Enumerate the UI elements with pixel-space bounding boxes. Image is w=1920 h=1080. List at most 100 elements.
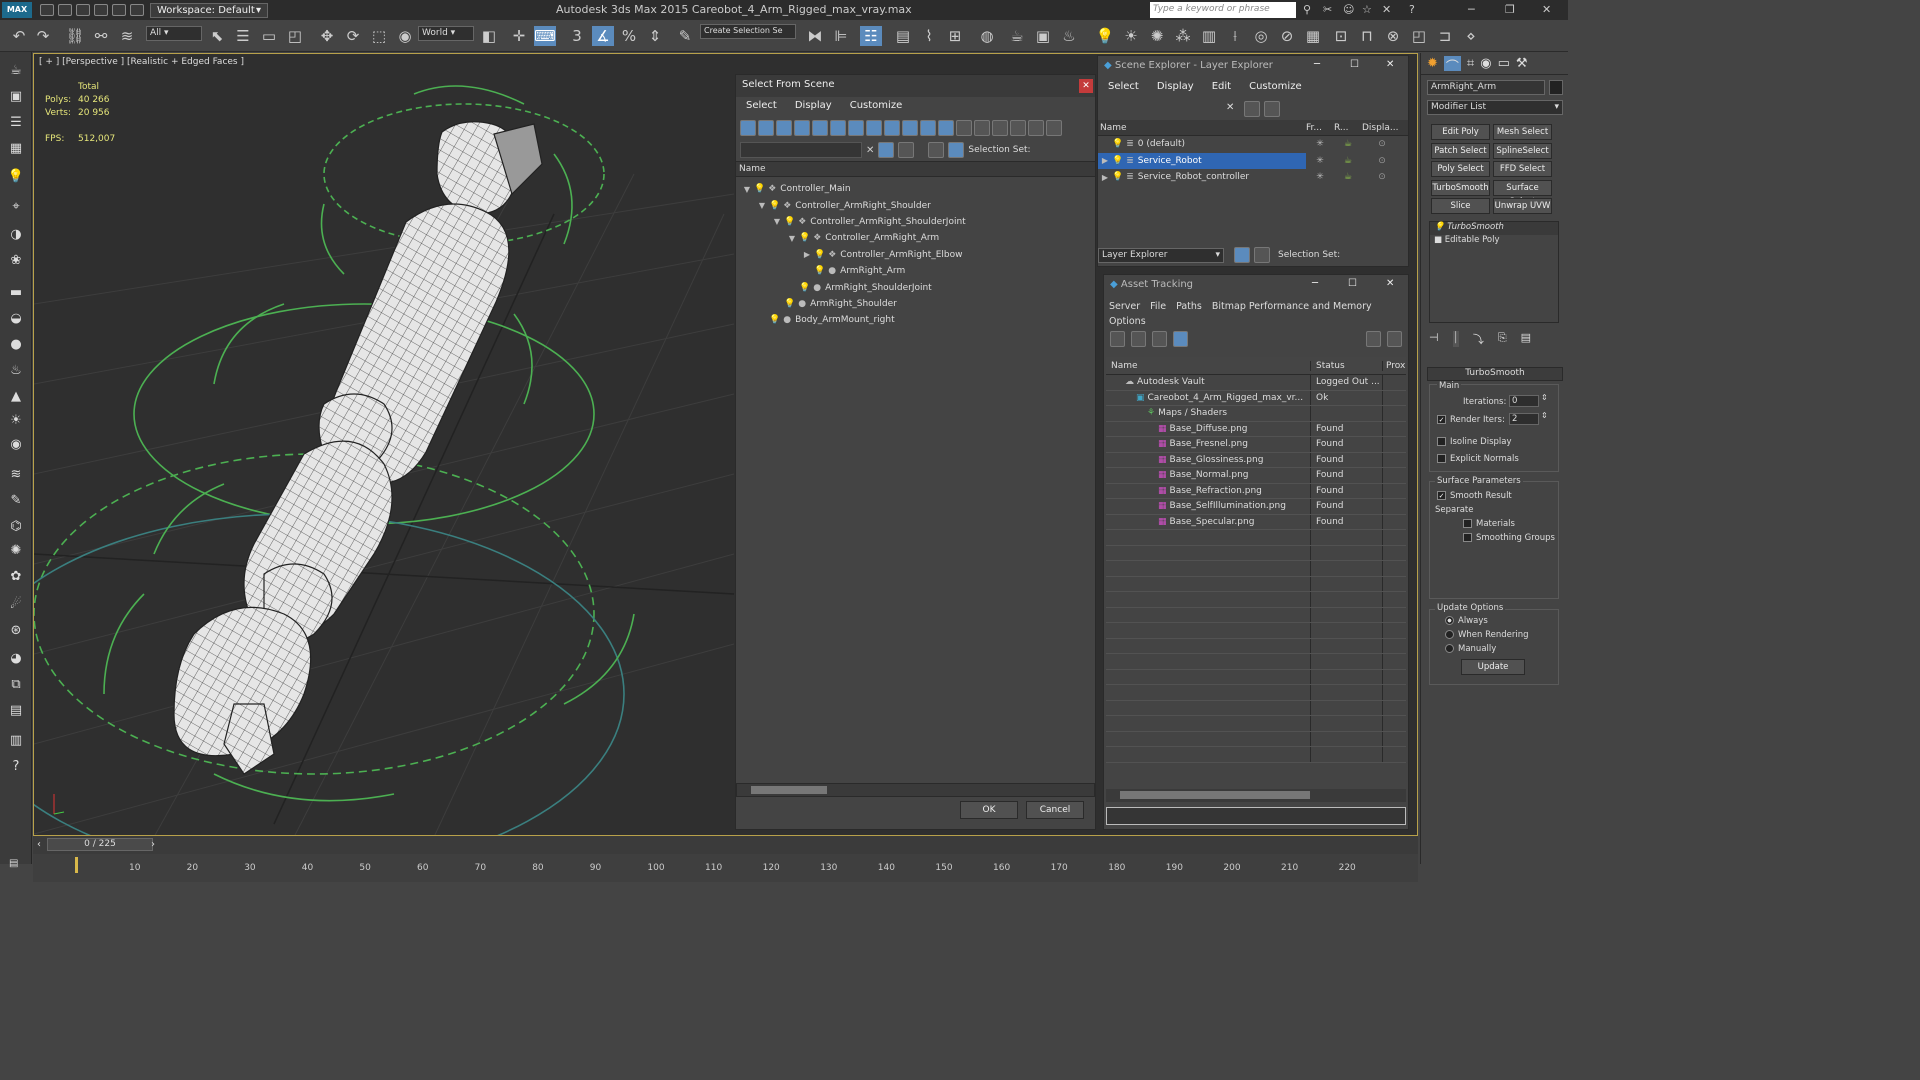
visibility-bulb-icon[interactable]: 💡 (1112, 139, 1123, 149)
percent-snap-icon[interactable]: % (618, 26, 640, 46)
mirror-icon[interactable]: ⧓ (804, 26, 826, 46)
scene-tree-item[interactable]: 💡 ● ArmRight_Arm (736, 263, 1097, 279)
curve-editor-icon[interactable]: ⌇ (918, 26, 940, 46)
pin-stack-icon[interactable]: ⊣ (1429, 331, 1439, 347)
at-menu-bitmap[interactable]: Bitmap Performance and Memory (1212, 301, 1372, 312)
modifier-button-splineselect[interactable]: SplineSelect (1493, 142, 1552, 159)
display-none-icon[interactable] (974, 120, 990, 136)
se-menu-display[interactable]: Display (1157, 81, 1194, 95)
undo-small-icon[interactable] (94, 4, 108, 16)
update-button[interactable]: Update (1461, 659, 1525, 675)
vray-mesh-light-icon[interactable]: ⊗ (1382, 26, 1404, 46)
binoculars-icon[interactable]: ⚲ (1303, 3, 1311, 16)
isoline-checkbox[interactable] (1437, 437, 1446, 446)
at-menu-options[interactable]: Options (1104, 316, 1408, 327)
undo-icon[interactable]: ↶ (8, 26, 30, 46)
vray-toolbar-more-icon[interactable]: ⋄ (1460, 26, 1482, 46)
render-frame-icon[interactable]: ▣ (6, 88, 26, 106)
filter-hidden-icon[interactable] (938, 120, 954, 136)
se-clear-icon[interactable]: ✕ (1226, 102, 1234, 113)
select-object-icon[interactable]: ⬉ (206, 26, 228, 46)
renderable-teapot-icon[interactable]: ☕ (1334, 156, 1362, 166)
make-unique-icon[interactable]: ⤵ (1473, 331, 1484, 347)
sfs-menu-customize[interactable]: Customize (850, 100, 903, 114)
modifier-button-mesh-select[interactable]: Mesh Select (1493, 124, 1552, 140)
se-col-display[interactable]: Displa... (1362, 123, 1402, 133)
sfs-scrollbar[interactable] (736, 783, 1095, 797)
prev-frame-icon[interactable]: ‹ (37, 839, 41, 850)
display-mode-icon[interactable]: ⊙ (1362, 156, 1402, 166)
sfs-scroll-thumb[interactable] (751, 786, 827, 794)
app-logo[interactable]: MAX (2, 2, 32, 18)
explicit-normals-checkbox[interactable] (1437, 454, 1446, 463)
render-iters-spinner[interactable]: 2 (1509, 413, 1539, 425)
user-icon[interactable]: ☺ (1343, 3, 1354, 16)
layers-icon[interactable] (928, 142, 945, 158)
filter-bones-icon[interactable] (884, 120, 900, 136)
render-region-icon[interactable]: ⧉ (6, 676, 26, 694)
hierarchy-icon[interactable] (1028, 120, 1044, 136)
close-dialog-icon[interactable]: ✕ (1079, 79, 1093, 93)
configure-sets-icon[interactable]: ▤ (1521, 331, 1531, 347)
layer-mode-icon[interactable] (1234, 247, 1250, 263)
render-iters-spinner-arrows-icon[interactable]: ⇕ (1541, 411, 1548, 420)
plant-icon[interactable]: ✿ (6, 568, 26, 586)
manually-radio[interactable] (1445, 644, 1454, 653)
hierarchy-mode-icon[interactable] (1254, 247, 1270, 263)
at-maximize-icon[interactable]: ☐ (1348, 278, 1357, 289)
filter-containers-icon[interactable] (902, 120, 918, 136)
at-minimize-icon[interactable]: ─ (1312, 278, 1318, 289)
filter-frozen-icon[interactable] (920, 120, 936, 136)
ok-button[interactable]: OK (960, 801, 1018, 819)
scale-icon[interactable]: ⬚ (368, 26, 390, 46)
vray-camera-icon[interactable]: ⊐ (1434, 26, 1456, 46)
materials-checkbox[interactable] (1463, 519, 1472, 528)
se-close-icon[interactable]: ✕ (1386, 59, 1394, 70)
display-mode-icon[interactable]: ⊙ (1362, 172, 1402, 182)
new-file-icon[interactable] (40, 4, 54, 16)
dome-icon[interactable]: ◒ (6, 310, 26, 328)
create-tab-icon[interactable]: ✹ (1427, 56, 1438, 71)
scene-tree-item[interactable]: 💡 ● ArmRight_Shoulder (736, 296, 1097, 312)
filter-funnel-icon[interactable] (1010, 120, 1026, 136)
expand-arrow-right-icon[interactable]: ▶ (1098, 173, 1112, 182)
bulb-icon[interactable]: 💡 (6, 168, 26, 186)
bind-space-warp-icon[interactable]: ≋ (116, 26, 138, 46)
list-view-icon[interactable] (1131, 331, 1146, 347)
scene-tree-item[interactable]: ▶ 💡 ❖ Controller_ArmRight_Elbow (736, 247, 1097, 263)
workspace-dropdown[interactable]: Workspace: Default ▾ (150, 2, 268, 18)
render-iters-checkbox[interactable]: ✓ (1437, 415, 1446, 424)
at-col-status[interactable]: Status (1311, 360, 1383, 371)
create-teapot-icon[interactable]: ☕ (6, 62, 26, 80)
tools-icon[interactable]: ✂ (1323, 3, 1332, 16)
modifier-button-slice[interactable]: Slice (1431, 198, 1490, 215)
asset-row[interactable]: ▦ Base_Glossiness.png Found (1106, 452, 1406, 468)
select-by-name-icon[interactable]: ☰ (232, 26, 254, 46)
redo-small-icon[interactable] (112, 4, 126, 16)
when-rendering-radio[interactable] (1445, 630, 1454, 639)
next-frame-icon[interactable]: › (151, 839, 155, 850)
layer-row[interactable]: ▶ 💡 ≣ Service_Robot_controller ✳ ☕ ⊙ (1098, 169, 1408, 186)
motion-tab-icon[interactable]: ◉ (1480, 56, 1491, 71)
vray-proxy-icon[interactable]: ▥ (1198, 26, 1220, 46)
asset-row[interactable]: ▦ Base_Diffuse.png Found (1106, 421, 1406, 437)
filter-xrefs-icon[interactable] (866, 120, 882, 136)
sfs-menu-select[interactable]: Select (746, 100, 777, 114)
redo-icon[interactable]: ↷ (32, 26, 54, 46)
vray-fur-icon[interactable]: ⁂ (1172, 26, 1194, 46)
show-end-result-icon[interactable]: ⏐ (1452, 331, 1459, 347)
at-menu-file[interactable]: File (1150, 301, 1166, 312)
vray-sphere-icon[interactable]: ◎ (1250, 26, 1272, 46)
se-minimize-icon[interactable]: ─ (1314, 59, 1320, 70)
scene-tree-item[interactable]: 💡 ● Body_ArmMount_right (736, 312, 1097, 328)
keyboard-shortcut-toggle-icon[interactable]: ⌨ (534, 26, 556, 46)
iterations-spinner-arrows-icon[interactable]: ⇕ (1541, 393, 1548, 402)
thumbnail-view-icon[interactable] (1152, 331, 1167, 347)
grid-icon[interactable]: ▦ (6, 140, 26, 158)
filter-spacewarps-icon[interactable] (830, 120, 846, 136)
se-col-render[interactable]: R... (1334, 123, 1362, 133)
asset-row[interactable]: ▦ Base_Fresnel.png Found (1106, 437, 1406, 453)
column-options-icon[interactable] (1046, 120, 1062, 136)
utilities-tab-icon[interactable]: ⚒ (1516, 56, 1528, 71)
visibility-bulb-icon[interactable]: 💡 (1112, 156, 1123, 166)
